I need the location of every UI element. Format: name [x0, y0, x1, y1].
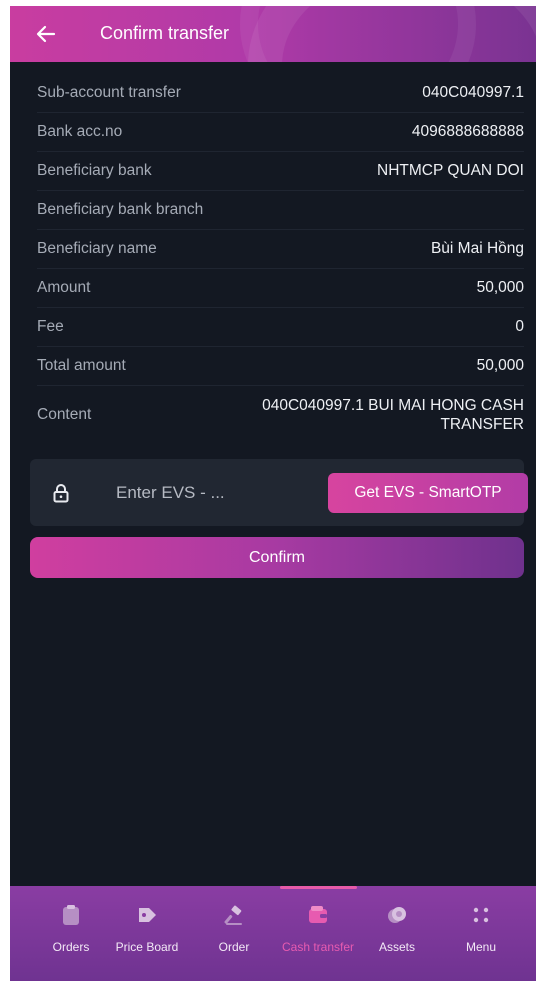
nav-item-cash-transfer[interactable]: Cash transfer	[278, 904, 358, 964]
grid-icon	[470, 904, 492, 926]
page-title: Confirm transfer	[100, 23, 230, 43]
detail-row-fee: Fee 0	[37, 308, 524, 347]
clipboard-icon	[60, 904, 82, 926]
detail-value: 040C040997.1 BUI MAI HONG CASH TRANSFER	[262, 397, 524, 433]
app-screen: Confirm transfer Sub-account transfer 04…	[10, 6, 536, 981]
nav-item-order[interactable]: Order	[194, 904, 274, 964]
detail-label: Beneficiary bank branch	[37, 201, 204, 218]
detail-label: Total amount	[37, 357, 126, 374]
detail-value: 040C040997.1	[422, 84, 524, 101]
nav-item-price-board[interactable]: Price Board	[107, 904, 187, 964]
nav-item-assets[interactable]: Assets	[357, 904, 437, 964]
detail-value: 50,000	[476, 279, 524, 296]
detail-value: 50,000	[476, 357, 524, 374]
otp-input[interactable]	[116, 481, 306, 505]
detail-row-content: Content 040C040997.1 BUI MAI HONG CASH T…	[37, 386, 524, 444]
detail-row-bank-account: Bank acc.no 4096888688888	[37, 113, 524, 152]
arrow-left-icon	[36, 25, 56, 43]
app-header: Confirm transfer	[10, 6, 536, 62]
hammer-icon	[223, 904, 245, 926]
detail-label: Amount	[37, 279, 91, 296]
transfer-details: Sub-account transfer 040C040997.1 Bank a…	[37, 74, 524, 444]
detail-row-total-amount: Total amount 50,000	[37, 347, 524, 386]
lock-icon	[53, 484, 69, 503]
header-decoration	[240, 6, 476, 62]
detail-label: Beneficiary name	[37, 240, 157, 257]
bottom-nav: Orders Price Board Order Cash transfer A…	[10, 886, 536, 981]
detail-row-amount: Amount 50,000	[37, 269, 524, 308]
detail-value: NHTMCP QUAN DOI	[377, 162, 524, 179]
detail-label: Fee	[37, 318, 64, 335]
confirm-button[interactable]: Confirm	[30, 537, 524, 578]
detail-row-sub-account: Sub-account transfer 040C040997.1	[37, 74, 524, 113]
coins-icon	[386, 904, 408, 926]
nav-label: Menu	[465, 940, 497, 954]
detail-label: Bank acc.no	[37, 123, 123, 140]
wallet-icon	[307, 904, 329, 926]
detail-label: Sub-account transfer	[37, 84, 181, 101]
get-otp-button[interactable]: Get EVS - SmartOTP	[328, 473, 528, 513]
nav-label: Order	[218, 940, 250, 954]
detail-value: Bùi Mai Hồng	[430, 240, 524, 257]
detail-row-beneficiary-bank: Beneficiary bank NHTMCP QUAN DOI	[37, 152, 524, 191]
detail-row-beneficiary-name: Beneficiary name Bùi Mai Hồng	[37, 230, 524, 269]
tag-icon	[136, 904, 158, 926]
back-button[interactable]	[30, 18, 62, 50]
nav-item-menu[interactable]: Menu	[441, 904, 521, 964]
nav-label: Price Board	[115, 940, 179, 954]
nav-label: Assets	[378, 940, 415, 954]
nav-item-orders[interactable]: Orders	[31, 904, 111, 964]
active-tab-indicator	[280, 886, 357, 889]
detail-label: Content	[37, 406, 92, 423]
detail-label: Beneficiary bank	[37, 162, 152, 179]
nav-label: Cash transfer	[281, 940, 355, 954]
detail-value: 4096888688888	[411, 123, 524, 140]
detail-value: 0	[515, 318, 524, 335]
nav-label: Orders	[52, 940, 90, 954]
otp-panel: Get EVS - SmartOTP	[30, 459, 528, 526]
detail-row-beneficiary-branch: Beneficiary bank branch	[37, 191, 524, 230]
